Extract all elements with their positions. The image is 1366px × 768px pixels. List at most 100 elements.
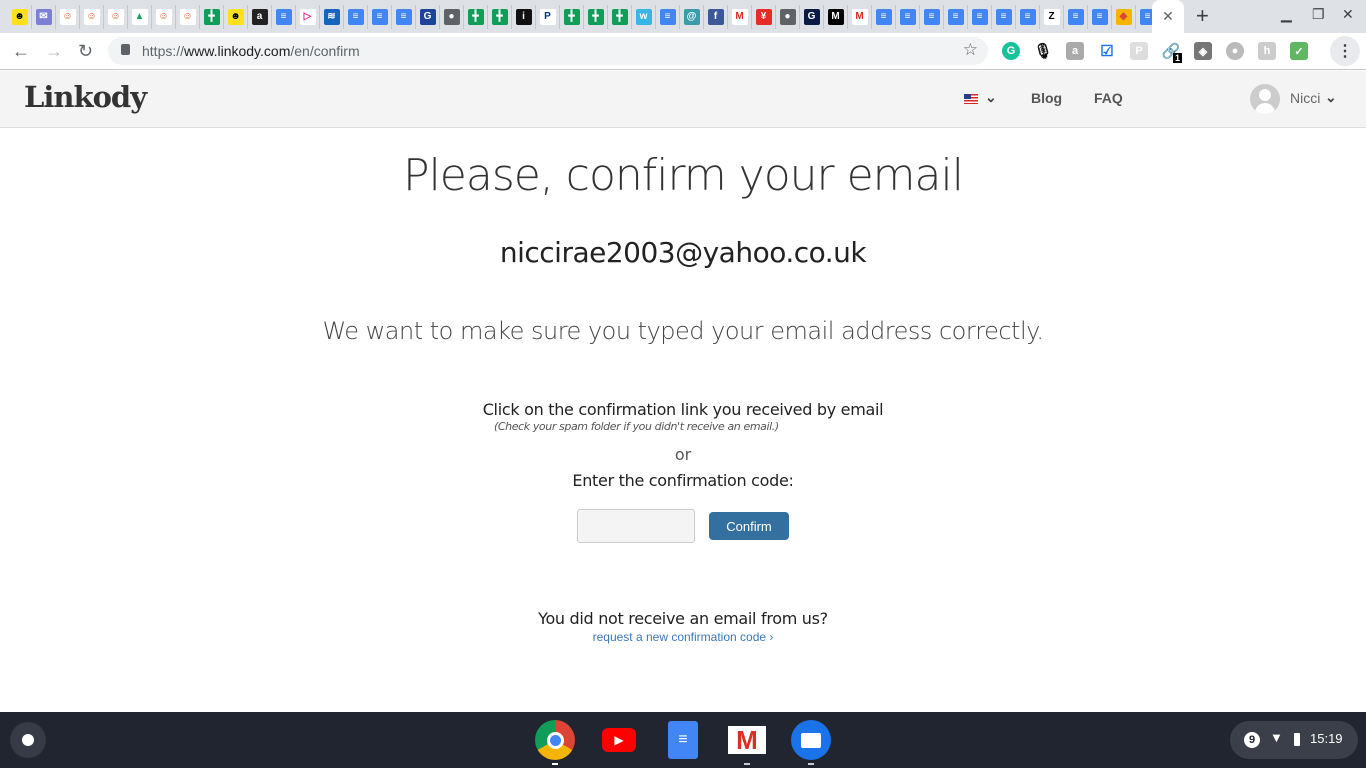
- chat-extension-icon[interactable]: a: [1066, 42, 1084, 60]
- pinned-tab[interactable]: P: [536, 5, 560, 29]
- pinned-tab[interactable]: f: [704, 5, 728, 29]
- active-tab[interactable]: ✕: [1152, 0, 1184, 33]
- pinned-tab[interactable]: ●: [440, 5, 464, 29]
- jar-extension-icon[interactable]: P: [1130, 42, 1148, 60]
- us-flag-icon[interactable]: [964, 94, 978, 104]
- pinned-tab[interactable]: ▲: [128, 5, 152, 29]
- pinned-tab[interactable]: ╋: [488, 5, 512, 29]
- pinned-tab[interactable]: ≡: [920, 5, 944, 29]
- pinned-tab[interactable]: w: [632, 5, 656, 29]
- pinned-tab[interactable]: M: [824, 5, 848, 29]
- pinned-tab[interactable]: ≡: [272, 5, 296, 29]
- files-app-icon[interactable]: [791, 720, 831, 765]
- reddit-alien-icon: ☺: [179, 9, 196, 25]
- user-menu[interactable]: Nicci: [1290, 90, 1320, 106]
- gap-icon: G: [803, 9, 820, 25]
- link-extension-icon[interactable]: 🔗 1: [1162, 42, 1183, 63]
- pinned-tab[interactable]: @: [680, 5, 704, 29]
- subtitle: We want to make sure you typed your emai…: [322, 317, 1044, 345]
- pinned-tab[interactable]: ☺: [152, 5, 176, 29]
- pinned-tab[interactable]: ¥: [752, 5, 776, 29]
- request-new-code-link[interactable]: request a new confirmation code ›: [593, 630, 774, 644]
- pinned-tab[interactable]: ☺: [56, 5, 80, 29]
- pinned-tab[interactable]: ≡: [368, 5, 392, 29]
- pinned-tab[interactable]: G: [416, 5, 440, 29]
- chrome-app-icon[interactable]: [535, 720, 575, 765]
- pinned-tab[interactable]: ◆: [1112, 5, 1136, 29]
- gmail-icon: M: [851, 9, 868, 25]
- forward-button[interactable]: →: [45, 41, 63, 61]
- pinned-tab[interactable]: a: [248, 5, 272, 29]
- blog-link[interactable]: Blog: [1031, 90, 1062, 106]
- pinned-tab[interactable]: M: [728, 5, 752, 29]
- pinned-tab[interactable]: Z: [1040, 5, 1064, 29]
- confirm-button[interactable]: Confirm: [709, 512, 789, 540]
- h-extension-icon[interactable]: h: [1258, 42, 1276, 60]
- pinned-tab[interactable]: ≡: [1064, 5, 1088, 29]
- pinned-tab[interactable]: ≡: [944, 5, 968, 29]
- mail-check-icon[interactable]: ✓: [1290, 42, 1308, 60]
- google-drive-icon: ▲: [131, 9, 148, 25]
- url-text[interactable]: https://www.linkody.com/en/confirm: [142, 43, 360, 59]
- pinned-tab[interactable]: ●: [776, 5, 800, 29]
- grammarly-icon[interactable]: G: [1002, 42, 1020, 60]
- chevron-down-icon[interactable]: ⌄: [985, 89, 997, 106]
- pinned-tab[interactable]: ╋: [200, 5, 224, 29]
- pinned-tab[interactable]: ≋: [320, 5, 344, 29]
- wifi-icon: ▼: [1270, 730, 1283, 745]
- pinned-tab[interactable]: ╋: [560, 5, 584, 29]
- pinned-tab[interactable]: ≡: [344, 5, 368, 29]
- pinned-tab[interactable]: ≡: [992, 5, 1016, 29]
- reload-button[interactable]: ↻: [78, 41, 93, 61]
- pinned-tab[interactable]: ≡: [872, 5, 896, 29]
- pinned-tab[interactable]: ☻: [224, 5, 248, 29]
- microphone-icon[interactable]: 🎙: [1033, 42, 1052, 60]
- close-tab-icon[interactable]: ✕: [1162, 8, 1174, 25]
- faq-link[interactable]: FAQ: [1094, 90, 1123, 106]
- google-docs-app-icon[interactable]: ≡: [663, 720, 703, 760]
- amazon-icon: a: [251, 9, 268, 25]
- google-docs-icon: ≡: [947, 9, 964, 25]
- gmail-app-icon[interactable]: M: [727, 720, 767, 765]
- pinned-tab[interactable]: ▷: [296, 5, 320, 29]
- restore-button[interactable]: ❐: [1312, 6, 1325, 23]
- pinned-tab[interactable]: ≡: [1088, 5, 1112, 29]
- new-tab-button[interactable]: +: [1196, 5, 1209, 27]
- browser-toolbar: ← → ↻ https://www.linkody.com/en/confirm…: [0, 33, 1366, 70]
- pinned-tab[interactable]: ≡: [1016, 5, 1040, 29]
- pinned-tab[interactable]: ≡: [392, 5, 416, 29]
- piggy-bank-icon[interactable]: ●: [1226, 42, 1244, 60]
- pinned-tab[interactable]: ≡: [656, 5, 680, 29]
- back-button[interactable]: ←: [12, 41, 30, 61]
- pinned-tab[interactable]: ✉: [32, 5, 56, 29]
- pinned-tab[interactable]: ╋: [608, 5, 632, 29]
- launcher-button[interactable]: [10, 722, 46, 758]
- clock: 15:19: [1310, 731, 1343, 746]
- pinned-tab[interactable]: ╋: [584, 5, 608, 29]
- pinned-tab[interactable]: ☺: [104, 5, 128, 29]
- pinned-tab[interactable]: ╋: [464, 5, 488, 29]
- pinned-tab[interactable]: i: [512, 5, 536, 29]
- pinned-tab[interactable]: ☺: [80, 5, 104, 29]
- pinned-tab[interactable]: M: [848, 5, 872, 29]
- pinned-tab[interactable]: ☺: [176, 5, 200, 29]
- pinned-tab[interactable]: ≡: [968, 5, 992, 29]
- gmail-icon: M: [731, 9, 748, 25]
- shield-extension-icon[interactable]: ◈: [1194, 42, 1212, 60]
- minimize-button[interactable]: ▁: [1281, 6, 1292, 23]
- status-tray[interactable]: 9 ▼ 15:19: [1230, 721, 1358, 759]
- close-window-button[interactable]: ✕: [1342, 6, 1354, 23]
- confirmation-code-input[interactable]: [577, 509, 695, 543]
- pinned-tab[interactable]: G: [800, 5, 824, 29]
- pinned-tab[interactable]: ≡: [896, 5, 920, 29]
- chrome-menu-button[interactable]: ⋮: [1330, 36, 1360, 66]
- avatar[interactable]: [1250, 84, 1280, 114]
- checkbox-extension-icon[interactable]: ☑: [1098, 42, 1116, 60]
- chevron-down-icon[interactable]: ⌄: [1325, 89, 1337, 106]
- bookmark-star-icon[interactable]: ☆: [963, 40, 978, 60]
- linkody-logo[interactable]: Linkody: [24, 80, 147, 114]
- lock-icon: [121, 44, 130, 55]
- address-bar[interactable]: https://www.linkody.com/en/confirm ☆: [108, 37, 988, 65]
- pinned-tab[interactable]: ☻: [8, 5, 32, 29]
- youtube-app-icon[interactable]: ▶: [599, 720, 639, 760]
